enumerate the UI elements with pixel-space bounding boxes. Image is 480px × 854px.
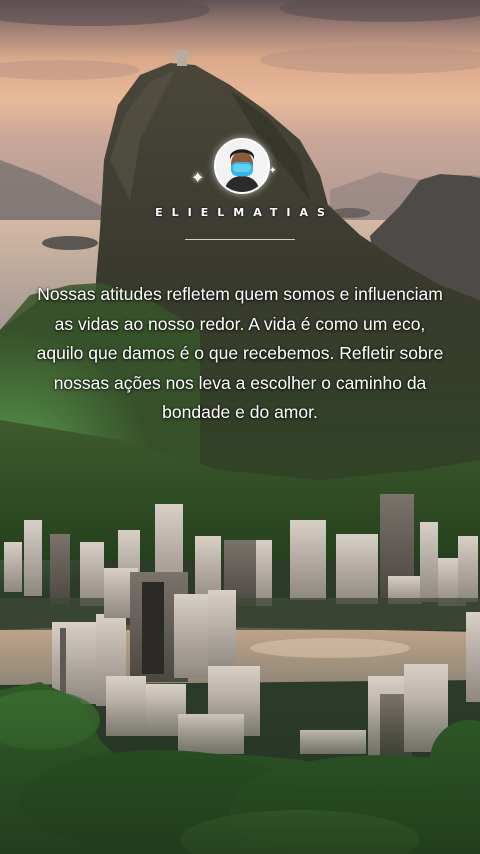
quote-text: Nossas atitudes refletem quem somos e in… (36, 284, 444, 422)
username-handle: ELIELMATIAS (0, 202, 480, 222)
person-avatar-icon (216, 140, 268, 192)
sparkle-icon: ✦ (191, 168, 205, 187)
divider (185, 239, 295, 240)
username-label[interactable]: ELIELMATIAS (146, 203, 334, 221)
avatar[interactable] (214, 138, 270, 194)
profile-header: ✦ ✦ ELIELMATIAS (0, 138, 480, 248)
sparkle-icon: ✦ (269, 166, 277, 176)
